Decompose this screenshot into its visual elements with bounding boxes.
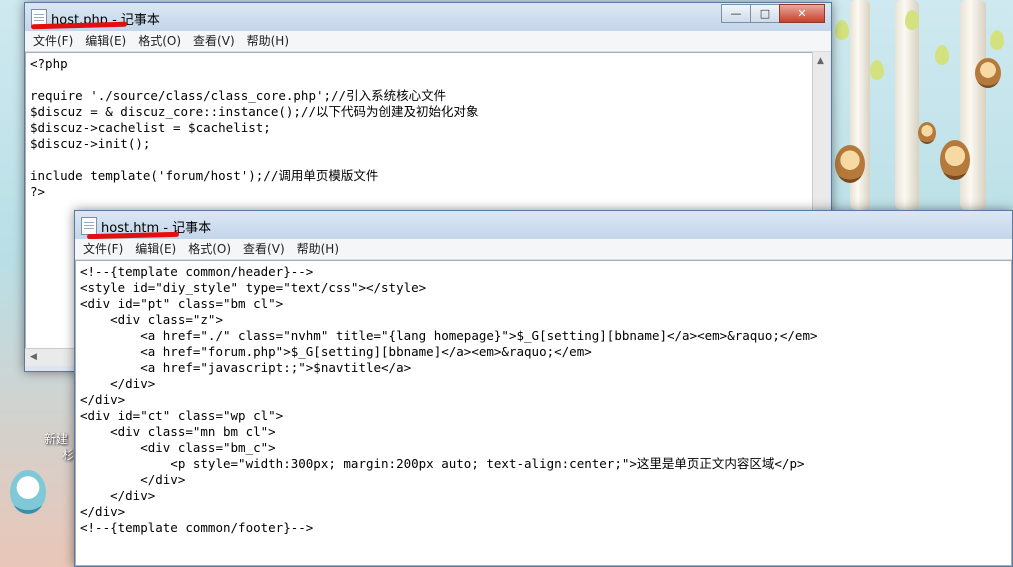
tree-trunk <box>960 0 986 210</box>
desktop-icon-label[interactable]: 新建 <box>44 430 68 447</box>
notepad-icon <box>81 217 97 235</box>
tree-trunk <box>895 0 919 210</box>
mushroom-decoration <box>10 470 46 514</box>
title-bar[interactable]: host.htm - 记事本 <box>75 211 1012 240</box>
leaf-decoration <box>990 30 1004 50</box>
leaf-decoration <box>835 20 849 40</box>
minimize-button[interactable]: — <box>721 4 751 23</box>
critter-decoration <box>975 58 1001 88</box>
menu-help[interactable]: 帮助(H) <box>241 31 295 51</box>
menu-file[interactable]: 文件(F) <box>77 239 129 259</box>
scroll-up-arrow-icon[interactable]: ▲ <box>817 56 824 66</box>
text-editor[interactable]: <!--{template common/header}--> <style i… <box>75 260 1012 566</box>
leaf-decoration <box>935 45 949 65</box>
scroll-left-arrow-icon[interactable]: ◀ <box>30 352 37 362</box>
menu-file[interactable]: 文件(F) <box>27 31 79 51</box>
menu-bar: 文件(F) 编辑(E) 格式(O) 查看(V) 帮助(H) <box>75 239 1012 260</box>
menu-edit[interactable]: 编辑(E) <box>79 31 132 51</box>
menu-view[interactable]: 查看(V) <box>187 31 241 51</box>
title-bar[interactable]: host.php - 记事本 — □ ✕ <box>25 3 831 31</box>
desktop-icon-label[interactable]: 杉 <box>62 446 74 463</box>
critter-decoration <box>918 122 936 144</box>
menu-format[interactable]: 格式(O) <box>182 239 237 259</box>
critter-decoration <box>835 145 865 183</box>
leaf-decoration <box>870 60 884 80</box>
editor-text[interactable]: <?php require './source/class/class_core… <box>26 53 812 203</box>
leaf-decoration <box>905 10 919 30</box>
notepad-window-host-htm[interactable]: host.htm - 记事本 文件(F) 编辑(E) 格式(O) 查看(V) 帮助(H)… <box>74 210 1013 567</box>
editor-text[interactable]: <!--{template common/header}--> <style i… <box>76 261 1011 539</box>
critter-decoration <box>940 140 970 180</box>
red-scribble-annotation <box>30 21 128 30</box>
menu-edit[interactable]: 编辑(E) <box>129 239 182 259</box>
close-button[interactable]: ✕ <box>779 4 825 23</box>
maximize-button[interactable]: □ <box>750 4 780 23</box>
menu-help[interactable]: 帮助(H) <box>291 239 345 259</box>
menu-format[interactable]: 格式(O) <box>132 31 187 51</box>
menu-view[interactable]: 查看(V) <box>237 239 291 259</box>
menu-bar: 文件(F) 编辑(E) 格式(O) 查看(V) 帮助(H) <box>25 31 831 52</box>
